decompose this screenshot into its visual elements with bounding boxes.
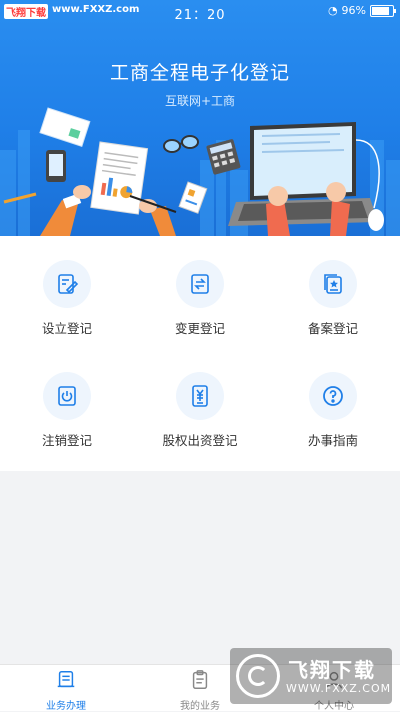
tab-business[interactable]: 业务办理 <box>26 669 106 712</box>
clipboard-icon <box>192 670 208 689</box>
alarm-icon: ◔ <box>327 4 338 17</box>
equity-yuan-icon <box>176 372 224 420</box>
battery-percent: 96% <box>341 4 366 17</box>
banner-title: 工商全程电子化登记 <box>109 62 290 84</box>
service-cancel-registration[interactable]: 注销登记 <box>12 354 122 448</box>
service-label: 备案登记 <box>307 321 358 336</box>
watermark-bottom: 飞翔下载 WWW.FXXZ.COM <box>230 648 392 704</box>
service-label: 股权出资登记 <box>162 433 238 448</box>
business-icon <box>57 671 75 688</box>
service-label: 设立登记 <box>41 321 92 336</box>
banner-illustration <box>0 107 400 236</box>
status-bar: 飞翔下载 www.FXXZ.com 21：20 ◔ 96% <box>0 0 400 23</box>
watermark-logo-icon <box>236 654 280 698</box>
tab-my-business[interactable]: 我的业务 <box>160 669 240 712</box>
edit-document-icon <box>43 260 91 308</box>
status-right: ◔ 96% <box>327 4 396 17</box>
service-guide[interactable]: 办事指南 <box>278 354 388 448</box>
header-banner: 飞翔下载 www.FXXZ.com 21：20 ◔ 96% 工商全程电子化登记 … <box>0 0 400 236</box>
service-filing-registration[interactable]: 备案登记 <box>278 242 388 336</box>
cancel-power-icon <box>43 372 91 420</box>
service-label: 变更登记 <box>174 321 225 336</box>
service-label: 办事指南 <box>307 433 358 448</box>
watermark-bottom-brand: 飞翔下载 <box>288 658 376 682</box>
battery-icon <box>370 4 396 17</box>
service-label: 注销登记 <box>41 433 92 448</box>
service-equity-registration[interactable]: 股权出资登记 <box>145 354 255 448</box>
question-icon <box>309 372 357 420</box>
services-grid: 设立登记 变更登记 备案登记 注销登记 股权出资登记 办事指南 <box>0 236 400 471</box>
service-setup-registration[interactable]: 设立登记 <box>12 242 122 336</box>
change-document-icon <box>176 260 224 308</box>
filing-star-icon <box>309 260 357 308</box>
service-change-registration[interactable]: 变更登记 <box>145 242 255 336</box>
watermark-bottom-url: WWW.FXXZ.COM <box>286 682 392 695</box>
